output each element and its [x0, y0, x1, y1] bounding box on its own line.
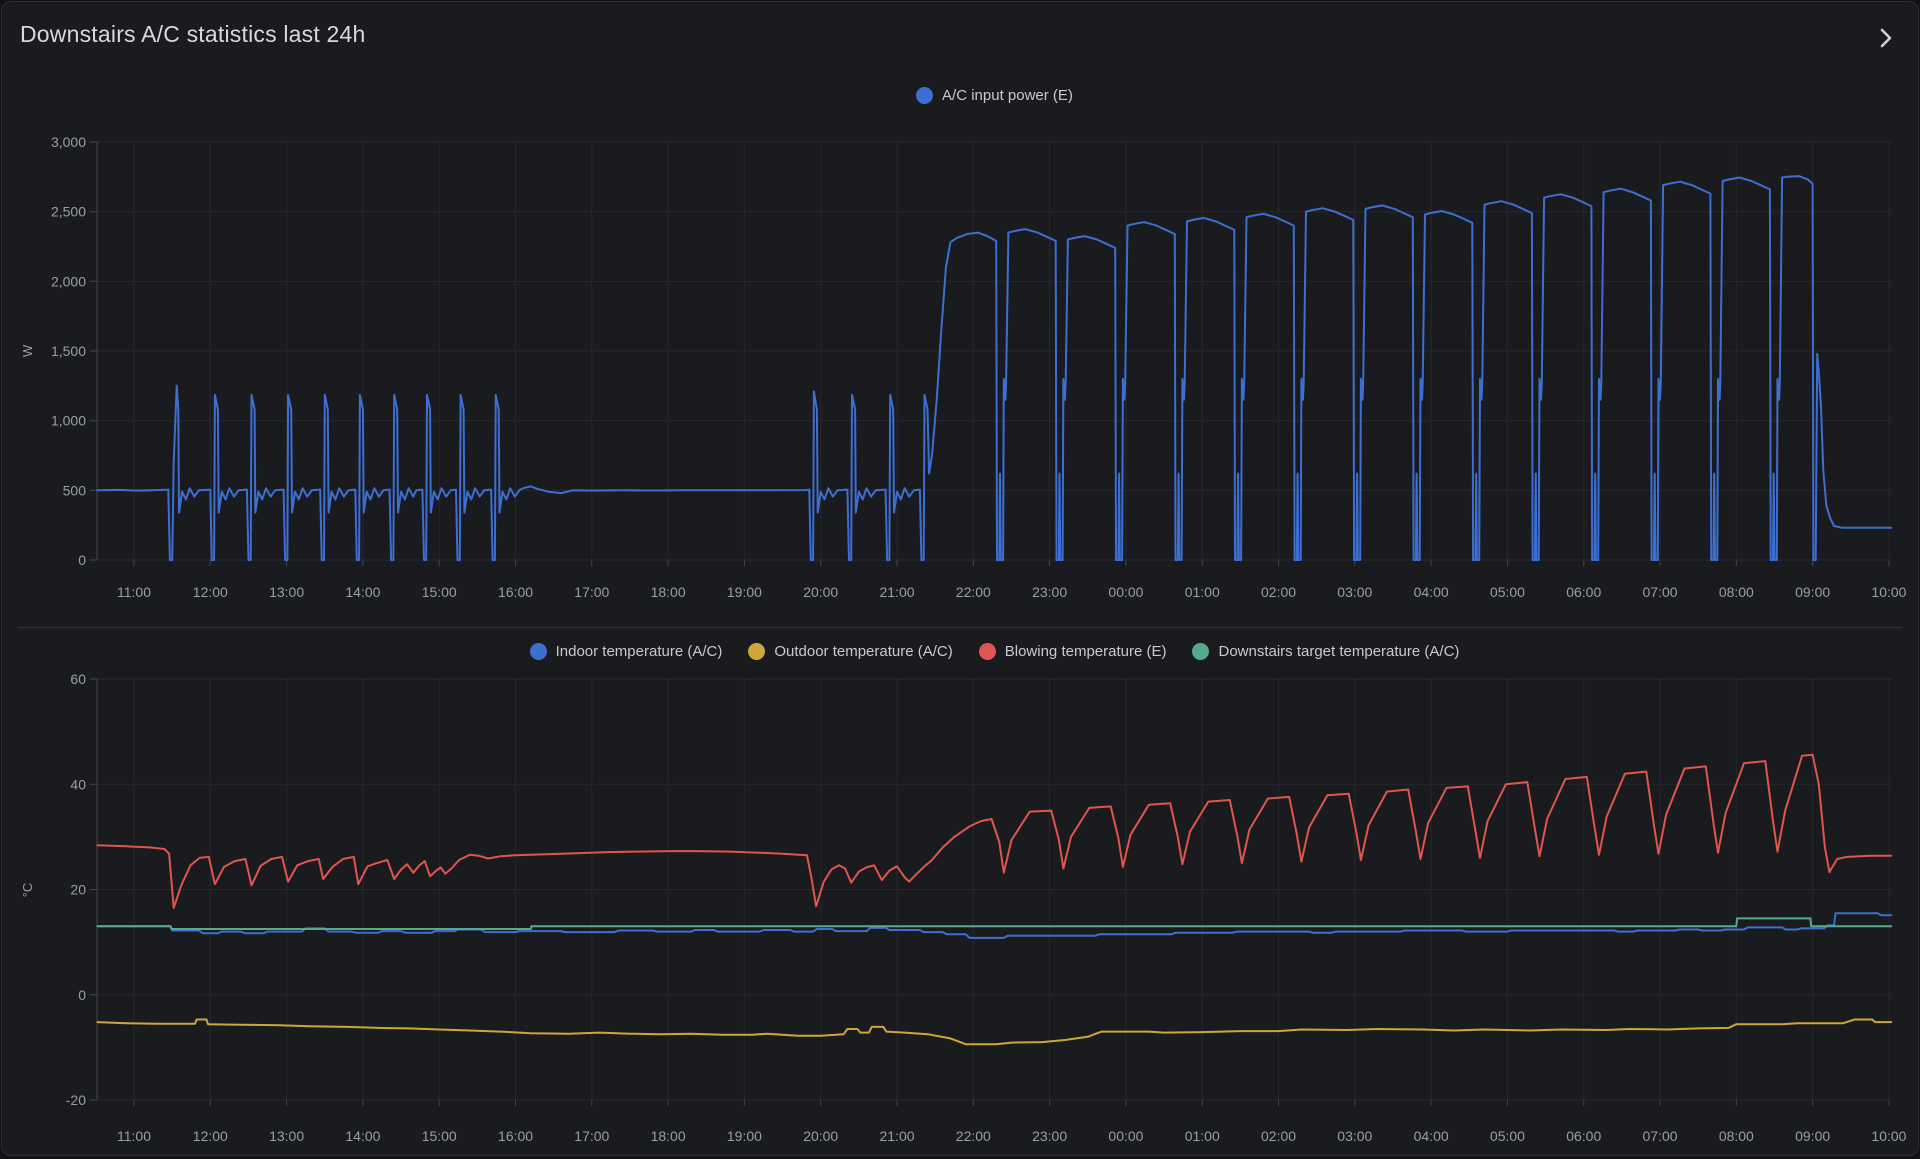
x-tick-label: 00:00: [1108, 584, 1143, 600]
y-tick-label: 1,000: [51, 413, 86, 429]
x-tick-label: 21:00: [880, 1128, 915, 1144]
legend-series-label: Indoor temperature (A/C): [556, 643, 723, 660]
x-tick-label: 23:00: [1032, 584, 1067, 600]
x-tick-label: 04:00: [1414, 584, 1449, 600]
temperature-chart-legend: Indoor temperature (A/C) Outdoor temperat…: [97, 638, 1892, 664]
x-tick-label: 08:00: [1719, 584, 1754, 600]
x-tick-label: 02:00: [1261, 1128, 1296, 1144]
x-tick-label: 18:00: [651, 1128, 686, 1144]
series-line-blowing-temperature-e-: [97, 755, 1891, 908]
x-tick-label: 15:00: [422, 1128, 457, 1144]
x-tick-label: 20:00: [803, 1128, 838, 1144]
legend-series-dot-icon: [530, 643, 547, 660]
x-tick-label: 18:00: [651, 584, 686, 600]
x-tick-label: 21:00: [880, 584, 915, 600]
power-chart: 11:00 12:00 13:00 14:00 15:00 16:00 17:00 18:00…: [20, 134, 1907, 600]
x-tick-label: 02:00: [1261, 584, 1296, 600]
legend-item[interactable]: Outdoor temperature (A/C): [748, 643, 952, 660]
y-tick-label: 0: [78, 987, 86, 1003]
x-tick-label: 13:00: [269, 1128, 304, 1144]
x-tick-label: 07:00: [1643, 584, 1678, 600]
temperatures-chart: 11:00 12:00 13:00 14:00 15:00 16:00 17:00 18:00…: [20, 671, 1907, 1144]
x-tick-label: 19:00: [727, 1128, 762, 1144]
x-tick-label: 09:00: [1795, 584, 1830, 600]
legend-series-label: Blowing temperature (E): [1005, 643, 1167, 660]
x-tick-label: 11:00: [117, 584, 151, 600]
legend-series-dot-icon: [748, 643, 765, 660]
panel-divider: [18, 627, 1902, 628]
x-tick-label: 04:00: [1414, 1128, 1449, 1144]
y-tick-label: 20: [70, 882, 86, 898]
x-tick-label: 05:00: [1490, 1128, 1525, 1144]
x-tick-label: 20:00: [803, 584, 838, 600]
x-tick-label: 13:00: [269, 584, 304, 600]
legend-item[interactable]: Indoor temperature (A/C): [530, 643, 723, 660]
x-tick-label: 06:00: [1566, 584, 1601, 600]
legend-item[interactable]: Blowing temperature (E): [979, 643, 1167, 660]
y-tick-label: 0: [78, 552, 86, 568]
x-tick-label: 11:00: [117, 1128, 151, 1144]
y-tick-label: -20: [66, 1092, 86, 1108]
x-tick-label: 23:00: [1032, 1128, 1067, 1144]
x-tick-label: 15:00: [422, 584, 457, 600]
series-line-a-c-input-power-e-: [97, 176, 1891, 560]
axis-unit-label: °C: [20, 883, 35, 898]
x-tick-label: 09:00: [1795, 1128, 1830, 1144]
axis-unit-label: W: [20, 344, 35, 357]
x-tick-label: 22:00: [956, 1128, 991, 1144]
x-tick-label: 06:00: [1566, 1128, 1601, 1144]
legend-item[interactable]: Downstairs target temperature (A/C): [1192, 643, 1459, 660]
y-tick-label: 3,000: [51, 134, 86, 150]
legend-series-dot-icon: [979, 643, 996, 660]
series-line-downstairs-target-temperature-a-c-: [97, 918, 1891, 929]
y-tick-label: 40: [70, 776, 86, 792]
x-tick-label: 17:00: [574, 584, 609, 600]
x-tick-label: 14:00: [345, 584, 380, 600]
x-tick-label: 01:00: [1185, 584, 1220, 600]
y-tick-label: 60: [70, 671, 86, 687]
x-tick-label: 03:00: [1337, 584, 1372, 600]
x-tick-label: 19:00: [727, 584, 762, 600]
y-tick-label: 2,000: [51, 273, 86, 289]
x-tick-label: 14:00: [345, 1128, 380, 1144]
x-tick-label: 01:00: [1185, 1128, 1220, 1144]
x-tick-label: 22:00: [956, 584, 991, 600]
series-line-outdoor-temperature-a-c-: [97, 1020, 1891, 1045]
x-tick-label: 10:00: [1871, 1128, 1906, 1144]
dashboard-panel: Downstairs A/C statistics last 24h A/C i…: [1, 1, 1919, 1156]
y-tick-label: 2,500: [51, 204, 86, 220]
x-tick-label: 16:00: [498, 1128, 533, 1144]
x-tick-label: 08:00: [1719, 1128, 1754, 1144]
x-tick-label: 12:00: [193, 1128, 228, 1144]
legend-series-label: Downstairs target temperature (A/C): [1218, 643, 1459, 660]
legend-series-label: Outdoor temperature (A/C): [774, 643, 952, 660]
x-tick-label: 10:00: [1871, 584, 1906, 600]
y-tick-label: 1,500: [51, 343, 86, 359]
x-tick-label: 17:00: [574, 1128, 609, 1144]
x-tick-label: 16:00: [498, 584, 533, 600]
x-tick-label: 07:00: [1643, 1128, 1678, 1144]
x-tick-label: 03:00: [1337, 1128, 1372, 1144]
charts-canvas: 11:00 12:00 13:00 14:00 15:00 16:00 17:00 18:00…: [2, 2, 1920, 1159]
x-tick-label: 00:00: [1108, 1128, 1143, 1144]
x-tick-label: 05:00: [1490, 584, 1525, 600]
x-tick-label: 12:00: [193, 584, 228, 600]
y-tick-label: 500: [63, 482, 87, 498]
legend-series-dot-icon: [1192, 643, 1209, 660]
